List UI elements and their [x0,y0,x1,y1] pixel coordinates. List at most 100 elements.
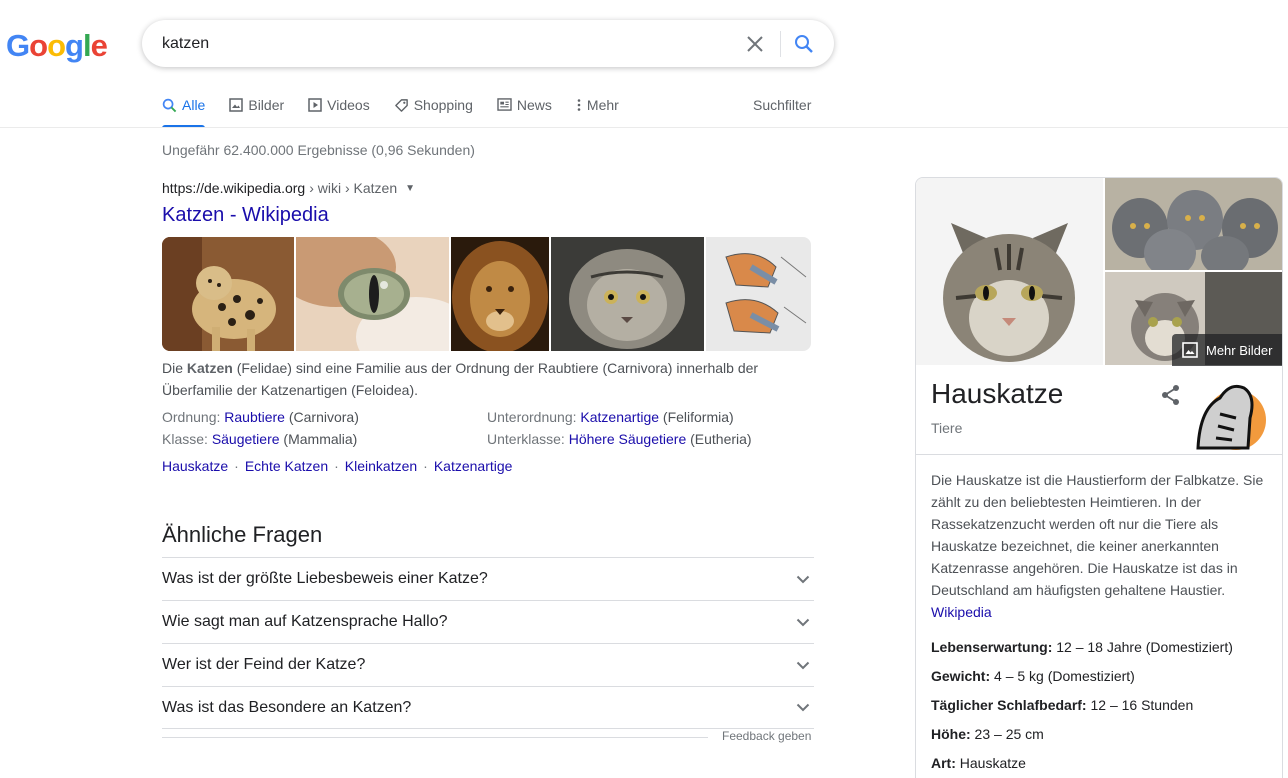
result-image-strip [162,237,811,351]
google-logo[interactable]: Google [6,28,108,64]
fact-label: Ordnung: [162,409,225,425]
tab-label: Videos [327,97,370,113]
tab-label: Mehr [586,97,619,113]
logo-letter: o [29,28,48,63]
kp-fact-row: Gewicht: 4 – 5 kg (Domestiziert) [931,665,1271,694]
more-vert-icon [577,99,581,111]
ocelot-image[interactable] [162,237,294,351]
kp-fact-label[interactable]: Gewicht: [931,668,990,684]
fact-label: Unterordnung: [487,409,581,425]
tab-mehr[interactable]: Mehr [576,88,619,128]
tab-label: News [516,97,552,113]
result-domain: https://de.wikipedia.org [162,180,306,196]
fact-value: (Mammalia) [279,431,358,447]
logo-letter: e [90,28,108,63]
kp-fact-row: Lebenserwartung: 12 – 18 Jahre (Domestiz… [931,636,1271,665]
close-icon [747,36,763,52]
sitelink[interactable]: Kleinkatzen [345,458,417,474]
gray-cats-image[interactable] [1105,178,1282,270]
fact-klasse: Klasse: Säugetiere (Mammalia) [162,428,487,450]
chevron-down-icon[interactable]: ▼ [405,183,415,194]
wikipedia-source-link[interactable]: Wikipedia [931,604,992,620]
more-images-button[interactable]: Mehr Bilder [1172,334,1282,366]
lion-image[interactable] [451,237,549,351]
fact-label: Unterklasse: [487,431,569,447]
more-images-label: Mehr Bilder [1206,342,1273,358]
fact-value: (Feliformia) [659,409,734,425]
video-icon [308,98,322,112]
search-input[interactable] [162,20,722,67]
description-text: Die Hauskatze ist die Haustierform der F… [931,472,1264,598]
tag-icon [394,99,408,112]
search-tabs: Alle Bilder Videos Shopping News Mehr [162,88,643,128]
manul-image[interactable] [551,237,704,351]
share-button[interactable] [1160,384,1184,408]
sitelink[interactable]: Katzenartige [434,458,513,474]
tab-label: Alle [182,97,206,113]
tab-label: Bilder [248,97,285,113]
suchfilter-button[interactable]: Suchfilter [753,97,811,113]
cat-eye-image[interactable] [296,237,449,351]
tabby-cat-image[interactable] [916,178,1103,365]
tab-alle[interactable]: Alle [162,88,206,128]
related-question[interactable]: Was ist das Besondere an Katzen? [162,686,814,729]
header-divider [0,127,1288,128]
tab-label: Shopping [413,97,473,113]
sitelink[interactable]: Hauskatze [162,458,228,474]
tab-shopping[interactable]: Shopping [394,88,473,128]
snippet-text: Die [162,360,187,376]
result-title-link[interactable]: Katzen - Wikipedia [162,204,329,227]
related-question[interactable]: Wie sagt man auf Katzensprache Hallo? [162,600,814,643]
kp-fact-value: 12 – 16 Stunden [1086,697,1194,713]
kp-fact-label[interactable]: Täglicher Schlafbedarf: [931,697,1087,713]
feedback-divider [162,737,708,738]
fact-unterklasse: Unterklasse: Höhere Säugetiere (Eutheria… [487,428,812,450]
result-url[interactable]: https://de.wikipedia.org › wiki › Katzen… [162,180,415,196]
tab-videos[interactable]: Videos [308,88,370,128]
image-icon [1182,342,1198,358]
question-text: Was ist das Besondere an Katzen? [162,698,412,716]
tab-bilder[interactable]: Bilder [229,88,284,128]
chevron-down-icon [796,618,810,626]
kp-fact-label[interactable]: Höhe: [931,726,971,742]
kp-fact-row: Höhe: 23 – 25 cm [931,723,1271,752]
search-divider [780,31,781,57]
chevron-down-icon [796,575,810,583]
fact-label: Klasse: [162,431,212,447]
fact-value: (Eutheria) [686,431,752,447]
related-question[interactable]: Was ist der größte Liebesbeweis einer Ka… [162,557,814,600]
fact-link[interactable]: Höhere Säugetiere [569,431,687,447]
fact-value: (Carnivora) [284,409,359,425]
kp-fact-value: 12 – 18 Jahre (Domestiziert) [1052,639,1233,655]
fact-link[interactable]: Raubtiere [224,409,285,425]
kp-fact-row: Art: Hauskatze [931,752,1271,778]
question-text: Wer ist der Feind der Katze? [162,656,366,673]
result-sitelinks: Hauskatze · Echte Katzen · Kleinkatzen · Katze… [162,456,512,476]
kp-fact-value: 4 – 5 kg (Domestiziert) [990,668,1135,684]
fact-ordnung: Ordnung: Raubtiere (Carnivora) [162,406,487,428]
related-question[interactable]: Wer ist der Feind der Katze? [162,643,814,686]
separator: · [334,458,339,474]
related-questions-list: Was ist der größte Liebesbeweis einer Ka… [162,557,814,729]
fact-link[interactable]: Säugetiere [212,431,280,447]
anatomy-diagram-image[interactable] [706,237,811,351]
clear-search-button[interactable] [742,31,768,57]
cat-paw-illustration [1190,378,1266,452]
logo-letter: G [6,28,30,63]
kp-fact-label[interactable]: Lebenserwartung: [931,639,1052,655]
search-button[interactable] [790,31,818,57]
fact-link[interactable]: Katzenartige [580,409,659,425]
knowledge-panel: Mehr Bilder Hauskatze Tiere Die Hauskatz… [915,177,1283,778]
news-icon [497,98,512,111]
search-icon [795,35,813,53]
chevron-down-icon [796,703,810,712]
snippet-highlight: Katzen [186,360,233,376]
separator: · [423,458,428,474]
kp-fact-row: Täglicher Schlafbedarf: 12 – 16 Stunden [931,694,1271,723]
feedback-link[interactable]: Feedback geben [722,729,811,743]
logo-letter: o [47,28,66,63]
kp-fact-label[interactable]: Art: [931,755,956,771]
knowledge-panel-title: Hauskatze [931,378,1064,409]
sitelink[interactable]: Echte Katzen [245,458,328,474]
tab-news[interactable]: News [497,88,552,128]
